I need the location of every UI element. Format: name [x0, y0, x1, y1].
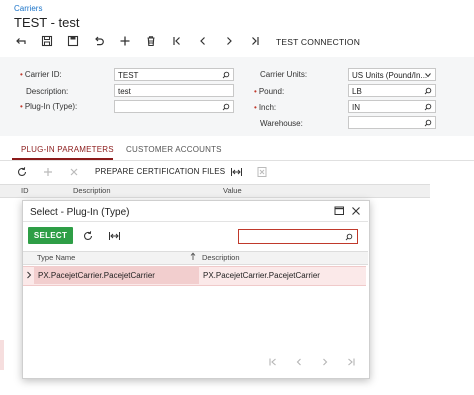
- dialog-search-input[interactable]: [238, 229, 358, 244]
- active-tab-indicator: [12, 158, 113, 160]
- chevron-down-icon: [425, 73, 431, 78]
- search-icon: [424, 119, 432, 127]
- prepare-certification-files-button[interactable]: PREPARE CERTIFICATION FILES: [95, 167, 225, 176]
- tab-customer-accounts[interactable]: CUSTOMER ACCOUNTS: [126, 145, 222, 154]
- search-icon: [424, 103, 432, 111]
- page-title: TEST - test: [14, 15, 80, 30]
- search-icon: [222, 71, 230, 79]
- add-row-icon[interactable]: [42, 166, 54, 178]
- warehouse-label: Warehouse:: [260, 119, 303, 128]
- column-type-name[interactable]: Type Name: [37, 253, 75, 262]
- description-field[interactable]: test: [114, 84, 234, 97]
- inch-field[interactable]: IN: [348, 100, 436, 113]
- delete-row-icon[interactable]: [68, 166, 80, 178]
- column-id[interactable]: ID: [21, 186, 29, 195]
- plugin-type-label: • Plug-In (Type):: [20, 102, 78, 111]
- tab-divider: [0, 160, 474, 161]
- fit-columns-icon[interactable]: [108, 230, 121, 242]
- sort-ascending-icon: [190, 252, 196, 261]
- carrier-units-select[interactable]: US Units (Pound/In...: [348, 68, 436, 81]
- next-page-icon[interactable]: [320, 357, 330, 367]
- test-connection-button[interactable]: TEST CONNECTION: [276, 37, 360, 47]
- search-icon: [345, 233, 353, 241]
- select-plugin-dialog: [22, 200, 370, 379]
- description-label: Description:: [26, 87, 69, 96]
- search-icon: [424, 87, 432, 95]
- maximize-icon[interactable]: [334, 206, 345, 216]
- previous-record-icon[interactable]: [194, 33, 212, 49]
- row-description: PX.PacejetCarrier.PacejetCarrier: [203, 271, 320, 280]
- carrier-id-field[interactable]: TEST: [114, 68, 234, 81]
- fit-columns-icon[interactable]: [230, 166, 243, 178]
- save-icon[interactable]: [64, 33, 82, 49]
- row-type-name: PX.PacejetCarrier.PacejetCarrier: [38, 271, 155, 280]
- inch-label: • Inch:: [254, 103, 277, 112]
- previous-page-icon[interactable]: [294, 357, 304, 367]
- column-description[interactable]: Description: [202, 253, 240, 262]
- grid-header: [0, 184, 430, 198]
- carrier-units-label: Carrier Units:: [260, 70, 308, 79]
- warehouse-field[interactable]: [348, 116, 436, 129]
- row-selector-icon: [26, 271, 32, 279]
- search-icon: [222, 103, 230, 111]
- column-description[interactable]: Description: [73, 186, 111, 195]
- tab-plugin-parameters[interactable]: PLUG-IN PARAMETERS: [21, 145, 114, 154]
- last-record-icon[interactable]: [246, 33, 264, 49]
- plugin-type-field[interactable]: [114, 100, 234, 113]
- carrier-id-label: • Carrier ID:: [20, 70, 62, 79]
- column-value[interactable]: Value: [223, 186, 242, 195]
- dialog-separator: [23, 221, 368, 222]
- undo-icon[interactable]: [90, 33, 108, 49]
- save-close-icon[interactable]: [38, 33, 56, 49]
- pound-label: • Pound:: [254, 87, 285, 96]
- next-record-icon[interactable]: [220, 33, 238, 49]
- select-button[interactable]: SELECT: [28, 227, 73, 244]
- first-page-icon[interactable]: [268, 357, 278, 367]
- back-arrow-icon[interactable]: [12, 33, 30, 49]
- refresh-icon[interactable]: [16, 166, 28, 178]
- pound-field[interactable]: LB: [348, 84, 436, 97]
- row-highlight-edge: [0, 340, 4, 370]
- export-excel-icon[interactable]: [256, 166, 268, 178]
- delete-icon[interactable]: [142, 33, 160, 49]
- refresh-icon[interactable]: [82, 230, 94, 242]
- dialog-title: Select - Plug-In (Type): [30, 207, 130, 218]
- close-icon[interactable]: [351, 206, 361, 216]
- first-record-icon[interactable]: [168, 33, 186, 49]
- last-page-icon[interactable]: [346, 357, 356, 367]
- add-icon[interactable]: [116, 33, 134, 49]
- breadcrumb[interactable]: Carriers: [14, 4, 42, 13]
